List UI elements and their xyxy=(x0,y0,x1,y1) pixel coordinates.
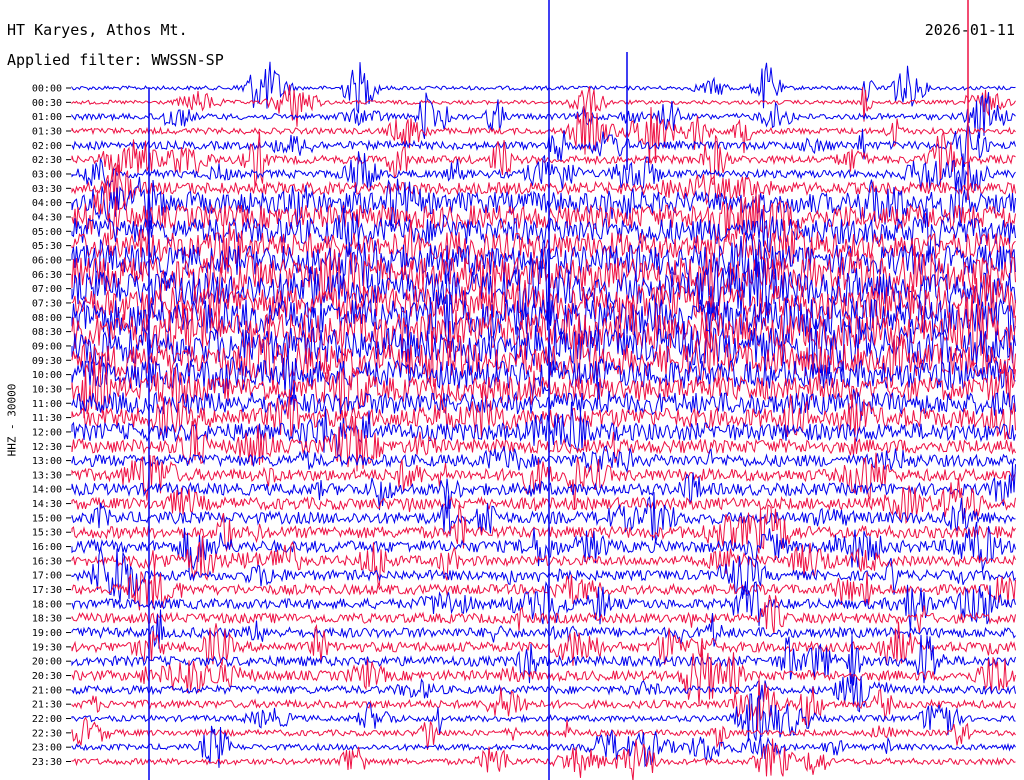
row-time-label: 02:30 xyxy=(32,155,62,166)
row-time-label: 23:00 xyxy=(32,743,62,754)
row-time-label: 09:00 xyxy=(32,341,62,352)
row-time-label: 00:00 xyxy=(32,84,62,95)
row-time-label: 08:00 xyxy=(32,313,62,324)
row-time-label: 12:30 xyxy=(32,442,62,453)
row-time-label: 15:30 xyxy=(32,528,62,539)
row-time-label: 10:00 xyxy=(32,370,62,381)
row-time-label: 01:00 xyxy=(32,112,62,123)
seismic-trace xyxy=(71,504,1016,554)
row-time-label: 07:30 xyxy=(32,298,62,309)
row-time-label: 15:00 xyxy=(32,513,62,524)
row-time-label: 11:00 xyxy=(32,399,62,410)
seismic-trace xyxy=(71,677,1016,732)
row-time-label: 11:30 xyxy=(32,413,62,424)
row-time-label: 03:30 xyxy=(32,184,62,195)
row-time-label: 14:00 xyxy=(32,485,62,496)
row-time-label: 13:30 xyxy=(32,470,62,481)
row-time-label: 06:30 xyxy=(32,270,62,281)
row-time-label: 17:00 xyxy=(32,571,62,582)
seismic-trace xyxy=(71,716,1016,750)
row-time-label: 02:00 xyxy=(32,141,62,152)
row-time-label: 23:30 xyxy=(32,757,62,768)
row-time-label: 16:00 xyxy=(32,542,62,553)
row-time-label: 12:00 xyxy=(32,427,62,438)
row-time-label: 06:00 xyxy=(32,255,62,266)
row-time-label: 19:00 xyxy=(32,628,62,639)
row-time-label: 05:30 xyxy=(32,241,62,252)
row-time-label: 04:00 xyxy=(32,198,62,209)
row-time-label: 00:30 xyxy=(32,98,62,109)
row-time-label: 14:30 xyxy=(32,499,62,510)
row-time-label: 20:00 xyxy=(32,657,62,668)
row-time-label: 03:00 xyxy=(32,169,62,180)
seismic-trace xyxy=(71,92,1016,140)
seismic-trace xyxy=(71,634,1016,686)
row-time-label: 19:30 xyxy=(32,642,62,653)
row-time-label: 13:00 xyxy=(32,456,62,467)
row-time-label: 22:00 xyxy=(32,714,62,725)
seismic-trace xyxy=(71,130,1016,188)
helicorder-plot: 00:00 00:30 01:00 01:30 02:00 02:30 03:00 03:30… xyxy=(32,0,1016,780)
seismic-trace xyxy=(71,84,1016,127)
row-time-label: 21:30 xyxy=(32,700,62,711)
row-time-label: 09:30 xyxy=(32,356,62,367)
row-time-label: 10:30 xyxy=(32,384,62,395)
row-time-label: 04:30 xyxy=(32,212,62,223)
row-time-label: 17:30 xyxy=(32,585,62,596)
row-time-label: 18:00 xyxy=(32,599,62,610)
seismic-trace xyxy=(71,106,1016,164)
row-time-label: 18:30 xyxy=(32,614,62,625)
seismic-trace xyxy=(71,738,1016,780)
row-time-label: 05:00 xyxy=(32,227,62,238)
row-time-label: 01:30 xyxy=(32,126,62,137)
row-time-label: 16:30 xyxy=(32,556,62,567)
row-time-label: 20:30 xyxy=(32,671,62,682)
row-time-label: 07:00 xyxy=(32,284,62,295)
row-time-label: 22:30 xyxy=(32,728,62,739)
row-time-label: 21:00 xyxy=(32,685,62,696)
row-time-label: 08:30 xyxy=(32,327,62,338)
seismic-trace xyxy=(71,61,1016,114)
seismic-trace xyxy=(71,673,1016,713)
